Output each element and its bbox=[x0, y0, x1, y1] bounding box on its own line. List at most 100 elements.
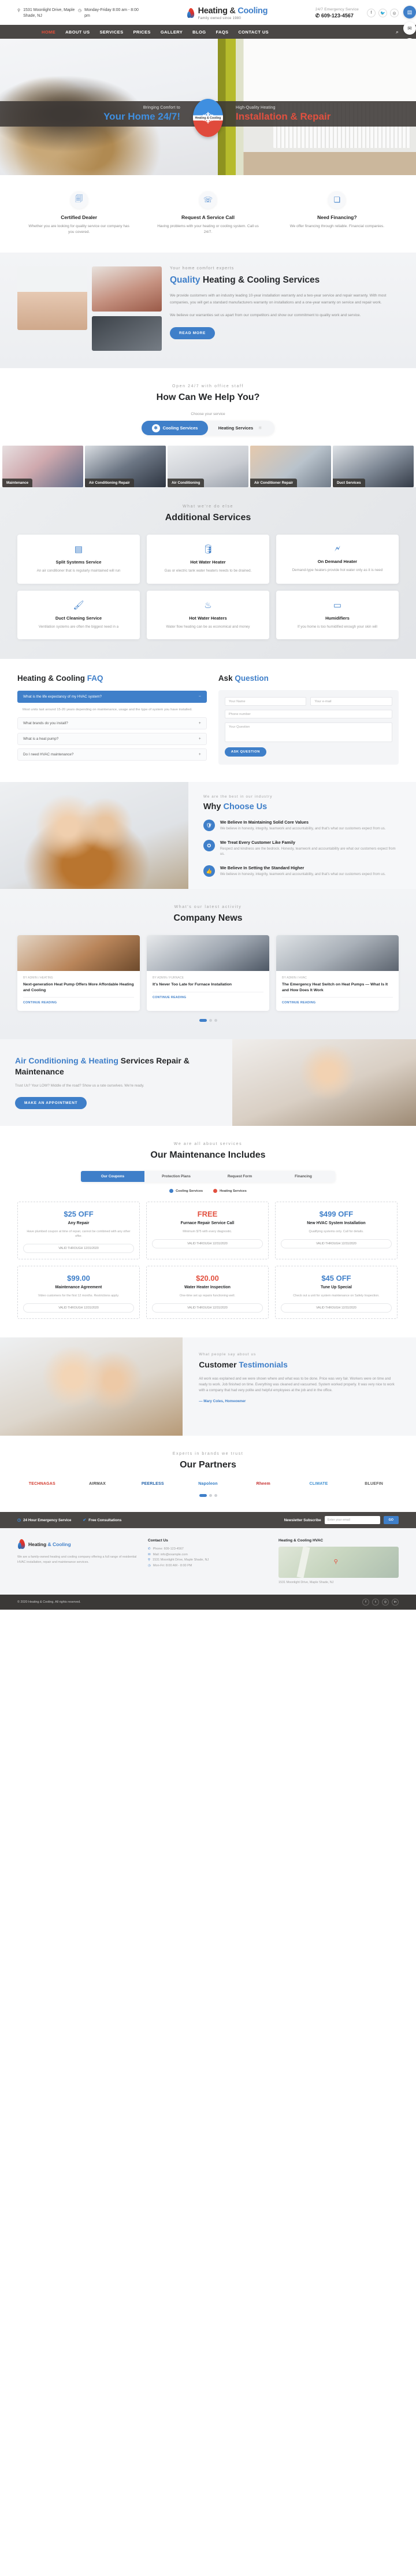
ask-question-button[interactable]: ASK QUESTION bbox=[224, 747, 266, 757]
faq-question[interactable]: Do I need HVAC maintenance? + bbox=[17, 748, 207, 761]
news-read-more-link[interactable]: CONTINUE READING bbox=[23, 997, 134, 1005]
tab-financing[interactable]: Financing bbox=[272, 1171, 335, 1182]
news-card[interactable]: BY ADMIN / FURNACE It's Never Too Late f… bbox=[147, 935, 269, 1011]
partner-logo[interactable]: BLUEFIN bbox=[349, 1482, 399, 1486]
footer-contact-item[interactable]: ✉ Mail: info@example.com bbox=[148, 1552, 268, 1558]
nav-item-about-us[interactable]: ABOUT US bbox=[65, 29, 90, 35]
carousel-dot[interactable] bbox=[209, 1019, 212, 1022]
partner-logo[interactable]: Napoleon bbox=[183, 1482, 233, 1486]
coupon-validity[interactable]: VALID THROUGH 12/31/2020 bbox=[23, 1303, 134, 1313]
footer-logo[interactable]: Heating & Cooling bbox=[17, 1539, 138, 1550]
nav-item-gallery[interactable]: GALLERY bbox=[161, 29, 183, 35]
news-read-more-link[interactable]: CONTINUE READING bbox=[153, 991, 263, 999]
nav-item-contact-us[interactable]: CONTACT US bbox=[238, 29, 269, 35]
logo-word-heating: Heating bbox=[198, 6, 230, 16]
faq-question[interactable]: What is a heat pump? + bbox=[17, 733, 207, 745]
feature-desc: Having problems with your heating or coo… bbox=[157, 224, 259, 234]
tab-cooling-services[interactable]: ❄ Cooling Services bbox=[142, 421, 208, 435]
service-card[interactable]: Air Conditioning bbox=[168, 446, 248, 487]
carousel-dot[interactable] bbox=[214, 1019, 217, 1022]
carousel-dot[interactable] bbox=[209, 1494, 212, 1497]
question-textarea[interactable]: Your Question bbox=[224, 722, 392, 742]
tab-heating-services[interactable]: Heating Services ☀ bbox=[208, 421, 274, 435]
nav-item-services[interactable]: SERVICES bbox=[99, 29, 123, 35]
free-consultations-item: ✔ Free Consultations bbox=[83, 1518, 121, 1523]
instagram-icon[interactable]: ◎ bbox=[382, 1598, 389, 1606]
newsletter-subscribe-button[interactable]: GO bbox=[383, 1516, 399, 1524]
coupon-card[interactable]: $20.00 Water Heater Inspection One-time … bbox=[146, 1266, 269, 1319]
mail-icon[interactable]: ✉ bbox=[403, 22, 416, 35]
phone-input[interactable]: Phone number bbox=[224, 710, 392, 718]
footer-map[interactable]: ⚲ bbox=[278, 1547, 399, 1578]
email-input[interactable]: Your e-mail bbox=[310, 697, 392, 706]
newsletter-email-input[interactable]: Enter your email bbox=[324, 1516, 380, 1524]
footer-contact-item[interactable]: ✆ Phone: 609-123-4567 bbox=[148, 1547, 268, 1552]
additional-service-card[interactable]: ▤ Split Systems Service An air condition… bbox=[17, 535, 140, 584]
calendar-icon[interactable]: ▤ bbox=[403, 6, 416, 18]
service-card[interactable]: Duct Services bbox=[333, 446, 414, 487]
feature-card[interactable]: ☏ Request A Service Call Having problems… bbox=[146, 191, 269, 235]
feature-desc: We offer financing through reliable. Fin… bbox=[289, 224, 385, 228]
service-card[interactable]: Air Conditioner Repair bbox=[250, 446, 331, 487]
phone-24h-icon: ☏ bbox=[199, 191, 217, 209]
nav-item-blog[interactable]: BLOG bbox=[192, 29, 206, 35]
footer-map-subtitle: 1531 Moonlight Drive, Maple Shade, NJ bbox=[278, 1581, 334, 1584]
partner-logo[interactable]: TECHNAGAS bbox=[17, 1482, 67, 1486]
nav-item-faqs[interactable]: FAQS bbox=[216, 29, 228, 35]
quality-image bbox=[17, 266, 87, 330]
coupon-validity[interactable]: VALID THROUGH 12/31/2020 bbox=[151, 1303, 263, 1313]
news-read-more-link[interactable]: CONTINUE READING bbox=[282, 997, 393, 1005]
coupon-validity[interactable]: VALID THROUGH 12/31/2020 bbox=[280, 1303, 392, 1313]
facebook-icon[interactable]: f bbox=[362, 1598, 369, 1606]
coupon-validity[interactable]: VALID THROUGH 12/31/2020 bbox=[23, 1244, 134, 1253]
search-icon[interactable]: ⌕ bbox=[396, 29, 399, 35]
read-more-button[interactable]: READ MORE bbox=[170, 327, 216, 339]
coupon-card[interactable]: $499 OFF New HVAC System Installation Qu… bbox=[274, 1202, 398, 1259]
additional-service-card[interactable]: 🖌 Duct Cleaning Service Ventilation syst… bbox=[17, 590, 140, 639]
news-card[interactable]: BY ADMIN / HEATING Next-generation Heat … bbox=[17, 935, 140, 1011]
tab-our-coupons[interactable]: Our Coupons bbox=[81, 1171, 144, 1182]
additional-service-card[interactable]: 🛢 Hot Water Heater Gas or electric tank … bbox=[146, 535, 269, 584]
coupon-card[interactable]: $45 OFF Tune Up Special Check out a unit… bbox=[274, 1266, 398, 1319]
on-demand-heater-icon: 🗲 bbox=[334, 544, 340, 554]
coupon-validity[interactable]: VALID THROUGH 12/31/2020 bbox=[151, 1239, 263, 1248]
partner-logo[interactable]: PEERLESS bbox=[128, 1482, 177, 1486]
make-appointment-button[interactable]: MAKE AN APPOINTMENT bbox=[15, 1097, 87, 1109]
facebook-icon[interactable]: f bbox=[367, 9, 376, 17]
carousel-dot-active[interactable] bbox=[199, 1494, 207, 1497]
site-logo[interactable]: Heating & Cooling Family owned since 198… bbox=[139, 6, 315, 20]
additional-service-card[interactable]: ♨ Hot Water Heaters Water flow heating c… bbox=[146, 590, 269, 639]
additional-service-card[interactable]: ▭ Humidifiers If you home is too humidif… bbox=[276, 590, 399, 639]
nav-item-prices[interactable]: PRICES bbox=[133, 29, 150, 35]
instagram-icon[interactable]: ◎ bbox=[390, 9, 399, 17]
partner-logo[interactable]: CLIMATE bbox=[294, 1482, 344, 1486]
service-card[interactable]: Maintenance bbox=[2, 446, 83, 487]
cta-title-highlight: Air Conditioning & Heating bbox=[15, 1056, 118, 1065]
feature-card[interactable]: 🗐 Certified Dealer Whether you are looki… bbox=[17, 191, 140, 235]
additional-card-title: Hot Water Heater bbox=[190, 559, 226, 565]
phone-number[interactable]: ✆ 609-123-4567 bbox=[315, 13, 359, 19]
coupon-card[interactable]: $25 OFF Any Repair Have plumbed coupon a… bbox=[17, 1202, 140, 1259]
additional-service-card[interactable]: 🗲 On Demand Heater Demand-type heaters p… bbox=[276, 535, 399, 584]
medal-icon: ✪ bbox=[203, 840, 215, 851]
tab-request-form[interactable]: Request Form bbox=[208, 1171, 272, 1182]
ask-question-form: Your Name Your e-mail Phone number Your … bbox=[218, 690, 399, 765]
faq-question[interactable]: What is the life expectancy of my HVAC s… bbox=[17, 691, 207, 703]
linkedin-icon[interactable]: in bbox=[392, 1598, 399, 1606]
coupon-card[interactable]: FREE Furnace Repair Service Call Minimum… bbox=[146, 1202, 269, 1259]
twitter-icon[interactable]: 🐦 bbox=[378, 9, 387, 17]
tab-protection-plans[interactable]: Protection Plans bbox=[144, 1171, 208, 1182]
carousel-dot[interactable] bbox=[214, 1494, 217, 1497]
faq-question[interactable]: What brands do you install? + bbox=[17, 717, 207, 729]
service-card[interactable]: Air Conditioning Repair bbox=[85, 446, 166, 487]
partner-logo[interactable]: Rheem bbox=[239, 1482, 288, 1486]
coupon-card[interactable]: $99.00 Maintenance Agreement Video custo… bbox=[17, 1266, 140, 1319]
nav-item-home[interactable]: HOME bbox=[42, 29, 55, 35]
feature-card[interactable]: ❏ Need Financing? We offer financing thr… bbox=[276, 191, 399, 235]
coupon-validity[interactable]: VALID THROUGH 12/31/2020 bbox=[280, 1239, 392, 1248]
partner-logo[interactable]: AIRMAX bbox=[73, 1482, 122, 1486]
name-input[interactable]: Your Name bbox=[224, 697, 307, 706]
twitter-icon[interactable]: t bbox=[372, 1598, 379, 1606]
news-card[interactable]: BY ADMIN / HVAC The Emergency Heat Switc… bbox=[276, 935, 399, 1011]
carousel-dot-active[interactable] bbox=[199, 1019, 207, 1022]
